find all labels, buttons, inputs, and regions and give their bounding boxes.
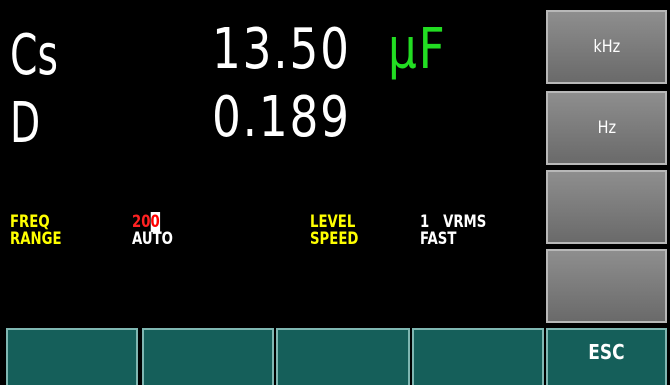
softkey-khz[interactable]: kHz xyxy=(546,10,667,84)
range-label: RANGE xyxy=(10,229,62,249)
esc-button-label: ESC xyxy=(588,340,625,364)
secondary-value: 0.189 xyxy=(212,85,351,150)
speed-label: SPEED xyxy=(310,229,359,249)
primary-value: 13.50 xyxy=(212,17,351,82)
bottom-key-4[interactable] xyxy=(412,328,544,385)
speed-value[interactable]: FAST xyxy=(420,231,456,248)
softkey-blank-3[interactable] xyxy=(546,170,667,244)
softkey-blank-4[interactable] xyxy=(546,249,667,323)
esc-button[interactable]: ESC xyxy=(546,328,667,385)
primary-unit: µF xyxy=(388,17,447,82)
secondary-label: D xyxy=(10,91,41,156)
bottom-key-2[interactable] xyxy=(142,328,274,385)
range-value[interactable]: AUTO xyxy=(132,231,173,248)
primary-label: Cs xyxy=(10,23,58,88)
bottom-key-3[interactable] xyxy=(276,328,410,385)
bottom-key-1[interactable] xyxy=(6,328,138,385)
softkey-hz-label: Hz xyxy=(597,118,616,138)
lcr-meter-screen: Cs 13.50 µF D 0.189 FREQ RANGE 200 AUTO … xyxy=(0,0,670,385)
softkey-khz-label: kHz xyxy=(593,37,620,57)
softkey-hz[interactable]: Hz xyxy=(546,91,667,165)
